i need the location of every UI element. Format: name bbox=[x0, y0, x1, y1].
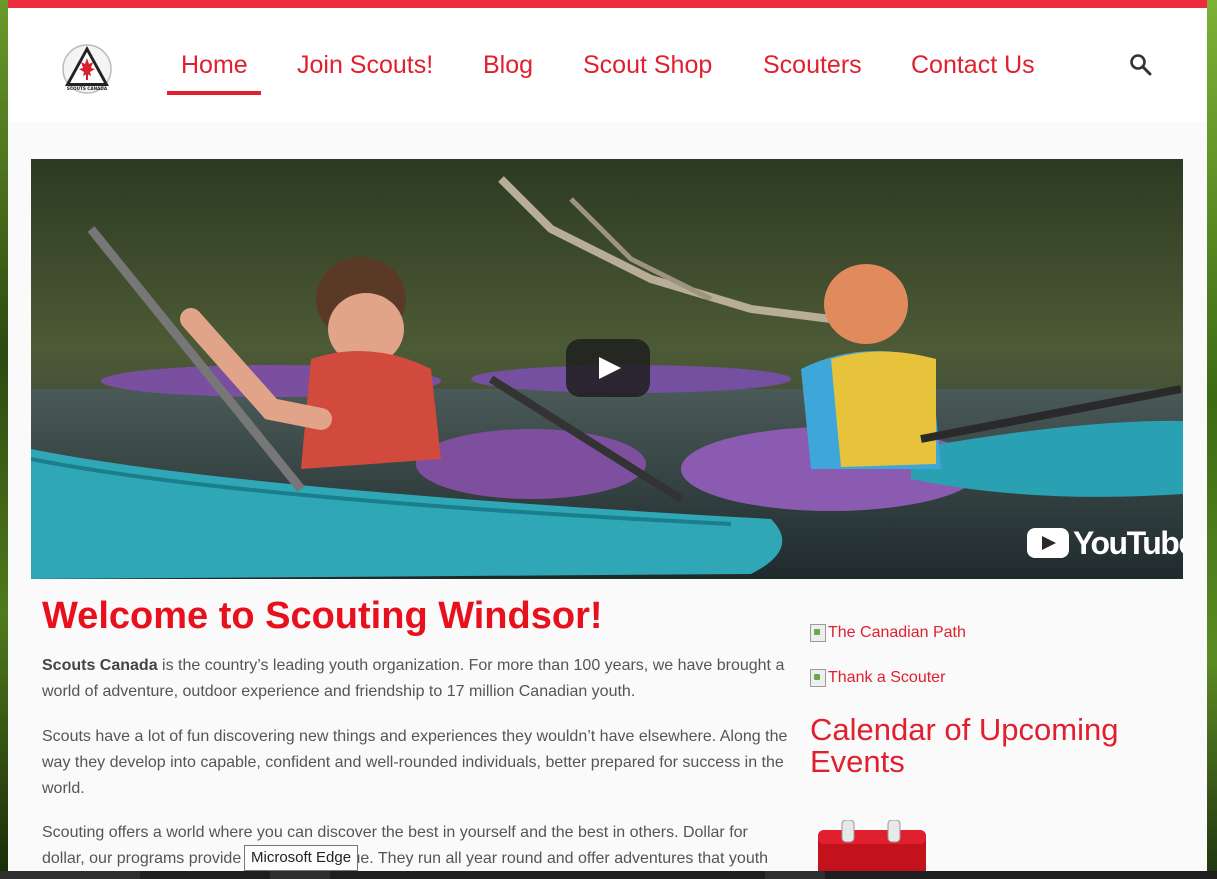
youtube-wordmark: YouTube bbox=[1073, 525, 1183, 561]
background-left-edge bbox=[0, 0, 8, 879]
scouts-canada-bold: Scouts Canada bbox=[42, 657, 158, 674]
play-icon[interactable] bbox=[566, 339, 650, 397]
search-icon[interactable] bbox=[1128, 52, 1154, 78]
canadian-path-image-link[interactable]: The Canadian Path bbox=[810, 624, 966, 642]
intro-paragraph: Scouts Canada is the country’s leading y… bbox=[42, 653, 790, 705]
taskbar-segment bbox=[0, 871, 140, 879]
nav-item-join-scouts[interactable]: Join Scouts! bbox=[297, 48, 433, 82]
scouts-canada-logo[interactable]: SCOUTS CANADA bbox=[60, 40, 114, 94]
youtube-logo[interactable]: YouTube bbox=[1027, 523, 1183, 563]
nav-item-contact-us[interactable]: Contact Us bbox=[911, 48, 1035, 82]
background-right-edge bbox=[1207, 0, 1217, 879]
broken-image-icon bbox=[810, 669, 826, 687]
youtube-icon bbox=[1027, 528, 1069, 558]
top-accent-bar bbox=[8, 0, 1207, 8]
page-title: Welcome to Scouting Windsor! bbox=[42, 595, 603, 637]
web-page: SCOUTS CANADA Home Join Scouts! Blog Sco… bbox=[8, 0, 1207, 879]
taskbar-segment bbox=[765, 871, 825, 879]
browser-tooltip: Microsoft Edge bbox=[244, 845, 359, 871]
site-header: SCOUTS CANADA Home Join Scouts! Blog Sco… bbox=[8, 8, 1207, 122]
thank-a-scouter-alt-text: Thank a Scouter bbox=[828, 669, 946, 686]
nav-item-home[interactable]: Home bbox=[167, 48, 261, 95]
taskbar-segment bbox=[270, 871, 330, 879]
value-paragraph: Scouting offers a world where you can di… bbox=[42, 824, 769, 867]
nav-item-blog[interactable]: Blog bbox=[483, 48, 533, 82]
fun-paragraph: Scouts have a lot of fun discovering new… bbox=[42, 728, 788, 797]
youtube-video-embed[interactable]: YouTube bbox=[31, 159, 1183, 579]
canadian-path-alt-text: The Canadian Path bbox=[828, 624, 966, 641]
broken-image-icon bbox=[810, 624, 826, 642]
main-content: Welcome to Scouting Windsor! Scouts Cana… bbox=[42, 590, 792, 867]
calendar-heading: Calendar of Upcoming Events bbox=[810, 712, 1119, 779]
thank-a-scouter-image-link[interactable]: Thank a Scouter bbox=[810, 669, 945, 687]
nav-item-scout-shop[interactable]: Scout Shop bbox=[583, 48, 712, 82]
nav-item-scouters[interactable]: Scouters bbox=[763, 48, 862, 82]
os-taskbar bbox=[0, 871, 1217, 879]
svg-text:SCOUTS CANADA: SCOUTS CANADA bbox=[67, 86, 108, 91]
